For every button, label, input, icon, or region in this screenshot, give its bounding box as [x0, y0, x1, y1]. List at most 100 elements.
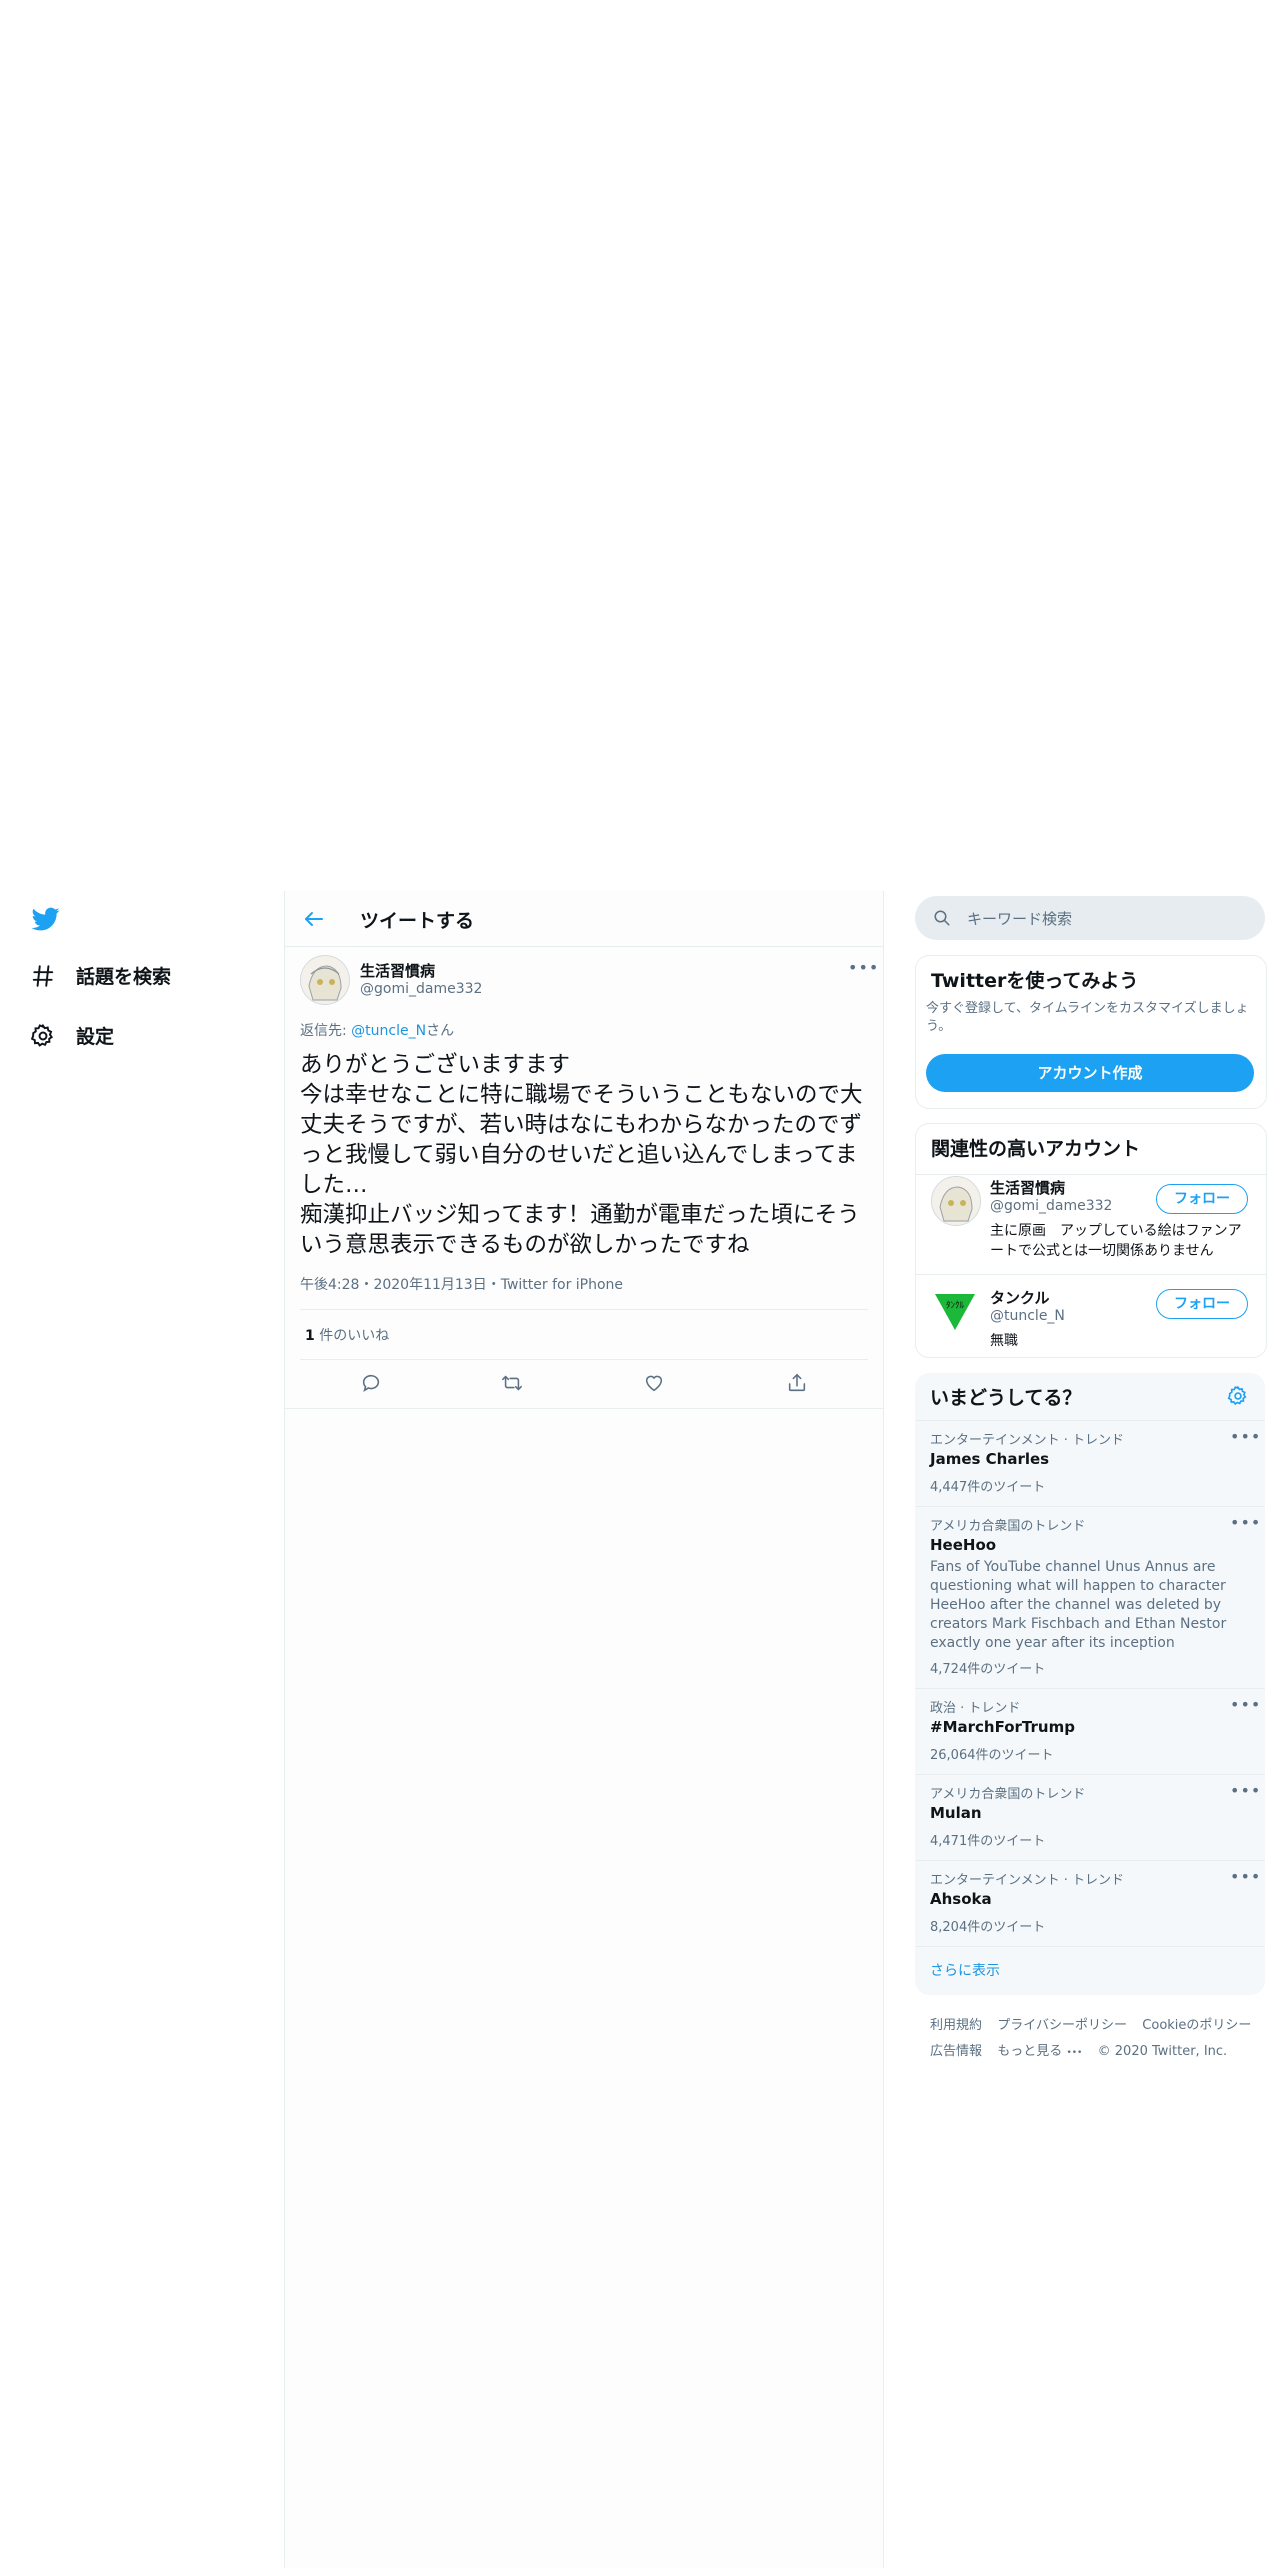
search-box[interactable] — [915, 896, 1265, 940]
trend-category: 政治 · トレンド — [930, 1701, 1021, 1716]
back-arrow-icon[interactable] — [302, 907, 326, 931]
svg-text:ﾀﾝｸﾙ: ﾀﾝｸﾙ — [946, 1300, 965, 1311]
avatar[interactable]: ﾀﾝｸﾙ — [931, 1286, 979, 1334]
search-icon — [934, 910, 950, 926]
footer-more-link[interactable]: もっと見る ••• — [997, 2044, 1082, 2059]
footer: 利用規約 プライバシーポリシー Cookieのポリシー 広告情報 もっと見る •… — [930, 2012, 1260, 2065]
trend-name: HeeHoo — [930, 1536, 997, 1554]
reply-prefix: 返信先: — [300, 1023, 352, 1039]
tweet-meta: 午後4:28・2020年11月13日・Twitter for iPhone — [300, 1274, 623, 1294]
twitter-logo-icon[interactable] — [30, 905, 62, 933]
account-name[interactable]: タンクル — [990, 1287, 1050, 1308]
account-bio: 主に原画 アップしている絵はファンアートで公式とは一切関係ありません — [990, 1223, 1242, 1259]
reply-suffix: さん — [426, 1023, 455, 1039]
tweet-author-name[interactable]: 生活習慣病 — [360, 960, 435, 981]
relevant-title: 関連性の高いアカウント — [931, 1138, 1141, 1160]
meta-separator: ・ — [486, 1277, 501, 1293]
tweet-time[interactable]: 午後4:28 — [300, 1277, 359, 1293]
tweet-date[interactable]: 2020年11月13日 — [373, 1277, 486, 1293]
divider — [300, 1309, 868, 1310]
gear-icon — [30, 1023, 54, 1047]
nav-settings-label: 設定 — [76, 1026, 115, 1048]
hashtag-icon — [32, 964, 54, 987]
create-account-button[interactable]: アカウント作成 — [926, 1054, 1254, 1092]
page-title: ツイートする — [360, 910, 475, 932]
more-icon[interactable]: ••• — [1230, 1513, 1261, 1532]
trend-item[interactable]: 政治 · トレンド ••• #MarchForTrump 26,064件のツイー… — [915, 1688, 1265, 1774]
divider — [285, 1408, 883, 1409]
more-icon[interactable]: ••• — [1230, 1695, 1261, 1714]
trend-item[interactable]: エンターテインメント · トレンド ••• Ahsoka 8,204件のツイート — [915, 1860, 1265, 1946]
trend-count: 4,447件のツイート — [930, 1480, 1046, 1495]
signup-card: Twitterを使ってみよう 今すぐ登録して、タイムラインをカスタマイズしましょ… — [915, 955, 1267, 1109]
avatar[interactable] — [300, 955, 350, 1005]
footer-privacy-link[interactable]: プライバシーポリシー — [997, 2018, 1127, 2033]
footer-copyright: © 2020 Twitter, Inc. — [1097, 2044, 1228, 2059]
trend-name: Ahsoka — [930, 1890, 992, 1908]
more-icon[interactable]: ••• — [1230, 1781, 1261, 1800]
trend-name: Mulan — [930, 1804, 982, 1822]
footer-more-dots-icon: ••• — [1066, 2048, 1083, 2058]
account-handle[interactable]: @gomi_dame332 — [990, 1198, 1112, 1214]
signup-description: 今すぐ登録して、タイムラインをカスタマイズしましょう。 — [926, 1001, 1249, 1034]
search-input[interactable] — [965, 906, 1249, 932]
reply-handle-link[interactable]: @tuncle_N — [351, 1023, 426, 1039]
show-more-link[interactable]: さらに表示 — [930, 1960, 1000, 1980]
nav-explore-label: 話題を検索 — [76, 966, 172, 988]
divider — [300, 1359, 868, 1360]
trends-panel: いまどうしてる？ エンターテインメント · トレンド ••• James Cha… — [915, 1373, 1265, 1995]
trend-category: エンターテインメント · トレンド — [930, 1873, 1125, 1888]
account-handle[interactable]: @tuncle_N — [990, 1308, 1065, 1324]
more-icon[interactable]: ••• — [1230, 1867, 1261, 1886]
trend-description: Fans of YouTube channel Unus Annus are q… — [930, 1559, 1227, 1651]
column-divider — [883, 891, 884, 2568]
tweet-header: ツイートする — [285, 891, 883, 947]
follow-button[interactable]: フォロー — [1156, 1184, 1248, 1214]
meta-separator: ・ — [359, 1277, 374, 1293]
footer-ads-link[interactable]: 広告情報 — [930, 2044, 982, 2059]
tweet-author-handle[interactable]: @gomi_dame332 — [360, 981, 482, 997]
divider — [916, 1274, 1266, 1275]
account-bio: 無職 — [990, 1333, 1018, 1349]
nav-settings[interactable]: 設定 — [30, 1022, 114, 1049]
reply-icon[interactable] — [360, 1372, 382, 1394]
follow-button[interactable]: フォロー — [1156, 1289, 1248, 1319]
likes-count[interactable]: 1 件のいいね — [305, 1325, 389, 1345]
divider — [916, 1174, 1266, 1175]
tweet-text: ありがとうございますます 今は幸せなことに特に職場でそういうこともないので大丈夫… — [300, 1052, 863, 1258]
tweet-source[interactable]: Twitter for iPhone — [501, 1277, 623, 1293]
retweet-icon[interactable] — [501, 1372, 523, 1394]
like-icon[interactable] — [643, 1372, 665, 1394]
footer-more-label: もっと見る — [997, 2044, 1063, 2059]
signup-title: Twitterを使ってみよう — [931, 970, 1139, 992]
trend-count: 26,064件のツイート — [930, 1748, 1054, 1763]
footer-cookies-link[interactable]: Cookieのポリシー — [1142, 2018, 1251, 2033]
trend-category: アメリカ合衆国のトレンド — [930, 1519, 1086, 1534]
trends-title: いまどうしてる？ — [930, 1387, 1082, 1409]
likes-label: 件のいいね — [319, 1328, 390, 1344]
account-name[interactable]: 生活習慣病 — [990, 1177, 1065, 1198]
trend-item[interactable]: アメリカ合衆国のトレンド ••• Mulan 4,471件のツイート — [915, 1774, 1265, 1860]
share-icon[interactable] — [786, 1372, 808, 1394]
gear-icon[interactable] — [1227, 1385, 1249, 1407]
more-icon[interactable]: ••• — [1230, 1427, 1261, 1446]
trend-name: #MarchForTrump — [930, 1718, 1075, 1736]
trend-item[interactable]: アメリカ合衆国のトレンド ••• HeeHoo Fans of YouTube … — [915, 1506, 1265, 1688]
relevant-accounts-card: 関連性の高いアカウント 生活習慣病 @gomi_dame332 フォロー 主に原… — [915, 1123, 1267, 1358]
avatar-image — [301, 956, 349, 1004]
trend-name: James Charles — [930, 1450, 1050, 1468]
trend-category: エンターテインメント · トレンド — [930, 1433, 1125, 1448]
avatar-image: ﾀﾝｸﾙ — [931, 1286, 979, 1334]
trend-count: 4,471件のツイート — [930, 1834, 1046, 1849]
column-divider — [284, 891, 285, 2568]
nav-explore[interactable]: 話題を検索 — [30, 962, 171, 989]
avatar[interactable] — [931, 1176, 981, 1226]
more-icon[interactable]: ••• — [848, 958, 879, 977]
divider — [915, 1946, 1265, 1947]
footer-terms-link[interactable]: 利用規約 — [930, 2018, 982, 2033]
trend-item[interactable]: エンターテインメント · トレンド ••• James Charles 4,44… — [915, 1420, 1265, 1506]
likes-number: 1 — [305, 1328, 315, 1344]
trend-count: 4,724件のツイート — [930, 1662, 1046, 1677]
trend-category: アメリカ合衆国のトレンド — [930, 1787, 1086, 1802]
avatar-image — [932, 1177, 980, 1225]
